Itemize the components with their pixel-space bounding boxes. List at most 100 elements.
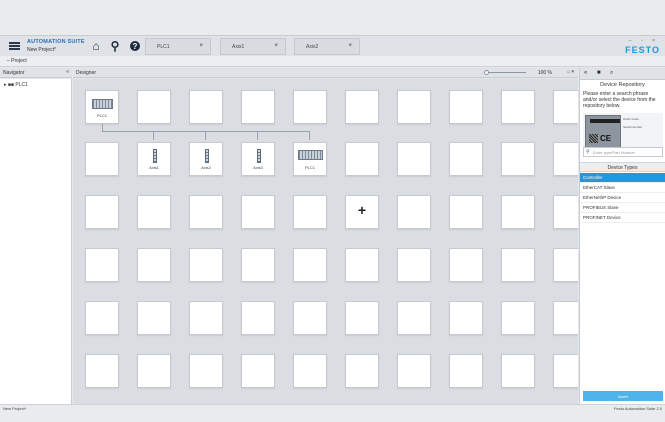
empty-slot[interactable]: [137, 248, 171, 282]
empty-slot[interactable]: [501, 90, 535, 124]
empty-slot[interactable]: [137, 354, 171, 388]
empty-slot[interactable]: [553, 248, 578, 282]
empty-slot[interactable]: [241, 195, 275, 229]
zoom-level: 100 %: [537, 70, 552, 76]
device-tile-plc1[interactable]: PLC1: [85, 90, 119, 124]
bus-connector: [102, 124, 103, 131]
device-type-profinet[interactable]: PROFINET Device: [580, 213, 665, 223]
close-icon[interactable]: ×: [348, 43, 352, 49]
empty-slot[interactable]: [397, 90, 431, 124]
help-icon[interactable]: ?: [127, 38, 143, 54]
empty-slot[interactable]: [345, 248, 379, 282]
empty-slot[interactable]: [137, 90, 171, 124]
empty-slot[interactable]: [241, 248, 275, 282]
device-tile-axis3[interactable]: Axis3: [241, 142, 275, 176]
hamburger-menu-icon[interactable]: [9, 42, 20, 50]
navigator-header: Navigator «: [0, 68, 72, 78]
drive-icon: [205, 149, 209, 163]
search-icon[interactable]: ⚲: [107, 38, 123, 54]
device-type-ethernetip[interactable]: EtherNet/IP Device: [580, 193, 665, 203]
empty-slot[interactable]: [293, 90, 327, 124]
close-icon[interactable]: ×: [199, 43, 203, 49]
empty-slot[interactable]: [449, 90, 483, 124]
empty-slot[interactable]: [189, 301, 223, 335]
zoom-slider-knob[interactable]: [484, 70, 489, 75]
empty-slot[interactable]: [85, 354, 119, 388]
empty-slot[interactable]: [501, 195, 535, 229]
tab-plc1[interactable]: PLC1 ×: [145, 38, 211, 55]
device-types-header: Device Types: [580, 162, 665, 172]
empty-slot[interactable]: [397, 248, 431, 282]
designer-header: Designer 100 % ⌂ ▾: [73, 68, 578, 78]
empty-slot[interactable]: [241, 90, 275, 124]
empty-slot[interactable]: [137, 301, 171, 335]
collapse-icon[interactable]: «: [66, 69, 69, 75]
empty-slot[interactable]: [501, 301, 535, 335]
device-tile-axis2[interactable]: Axis2: [189, 142, 223, 176]
empty-slot[interactable]: [449, 248, 483, 282]
designer-canvas[interactable]: PLC1 Axis1 Axis2 Axis3 PLC1 +: [73, 79, 578, 404]
add-icon: +: [357, 202, 367, 218]
empty-slot[interactable]: [85, 195, 119, 229]
drive-icon: [153, 149, 157, 163]
bus-drop: [153, 131, 154, 140]
empty-slot[interactable]: [449, 195, 483, 229]
empty-slot[interactable]: [501, 248, 535, 282]
window-controls[interactable]: – ▫ ×: [629, 38, 659, 44]
insert-button[interactable]: Insert: [583, 391, 663, 401]
empty-slot[interactable]: [189, 248, 223, 282]
empty-slot[interactable]: [553, 142, 578, 176]
project-menu[interactable]: – Project: [7, 58, 27, 64]
empty-slot[interactable]: [293, 248, 327, 282]
empty-slot[interactable]: [397, 354, 431, 388]
device-type-profibus[interactable]: PROFIBUS Slave: [580, 203, 665, 213]
empty-slot[interactable]: [345, 301, 379, 335]
empty-slot[interactable]: [241, 354, 275, 388]
device-type-controller[interactable]: Controller: [580, 173, 665, 183]
empty-slot[interactable]: [553, 354, 578, 388]
empty-slot[interactable]: [397, 142, 431, 176]
empty-slot[interactable]: [397, 301, 431, 335]
collapse-icon[interactable]: «: [584, 70, 587, 76]
empty-slot[interactable]: [189, 90, 223, 124]
empty-slot[interactable]: [397, 195, 431, 229]
empty-slot[interactable]: [293, 195, 327, 229]
empty-slot[interactable]: [189, 195, 223, 229]
empty-slot[interactable]: [189, 354, 223, 388]
empty-slot[interactable]: [449, 301, 483, 335]
empty-slot[interactable]: [85, 142, 119, 176]
device-type-ethercat[interactable]: EtherCAT Slave: [580, 183, 665, 193]
empty-slot[interactable]: [293, 301, 327, 335]
folder-icon[interactable]: ■: [597, 70, 601, 76]
device-label: Axis3: [253, 165, 263, 170]
tab-axis2[interactable]: Axis2 ×: [294, 38, 360, 55]
empty-slot[interactable]: [85, 301, 119, 335]
tree-item-plc1[interactable]: ▸ ■■ PLC1: [4, 82, 28, 88]
fit-view-icon[interactable]: ⌂ ▾: [567, 69, 574, 75]
add-device-slot[interactable]: +: [345, 195, 379, 229]
empty-slot[interactable]: [449, 142, 483, 176]
empty-slot[interactable]: [241, 301, 275, 335]
empty-slot[interactable]: [137, 195, 171, 229]
empty-slot[interactable]: [293, 354, 327, 388]
empty-slot[interactable]: [85, 248, 119, 282]
close-icon[interactable]: ×: [274, 43, 278, 49]
empty-slot[interactable]: [501, 354, 535, 388]
empty-slot[interactable]: [345, 90, 379, 124]
search-icon[interactable]: ⌕: [610, 70, 613, 77]
empty-slot[interactable]: [553, 195, 578, 229]
device-search-input[interactable]: ⚲ Enter type/Part Number: [583, 147, 663, 157]
menu-bar: – Project: [0, 56, 665, 67]
device-tile-plc2[interactable]: PLC1: [293, 142, 327, 176]
empty-slot[interactable]: [449, 354, 483, 388]
home-icon[interactable]: ⌂: [88, 38, 104, 54]
empty-slot[interactable]: [345, 354, 379, 388]
empty-slot[interactable]: [553, 301, 578, 335]
empty-slot[interactable]: [553, 90, 578, 124]
empty-slot[interactable]: [501, 142, 535, 176]
ce-mark-icon: CE: [600, 134, 612, 143]
tab-axis1[interactable]: Axis1 ×: [220, 38, 286, 55]
zoom-slider[interactable]: [484, 70, 526, 75]
empty-slot[interactable]: [345, 142, 379, 176]
device-tile-axis1[interactable]: Axis1: [137, 142, 171, 176]
